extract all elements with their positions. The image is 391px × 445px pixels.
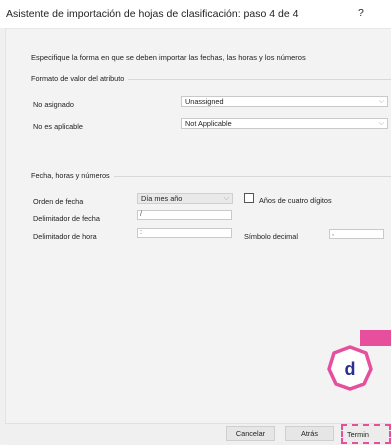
date-order-label: Orden de fecha bbox=[33, 197, 84, 206]
not-applicable-select[interactable]: Not Applicable ⌵ bbox=[181, 118, 388, 129]
date-order-select[interactable]: Día mes año ⌵ bbox=[137, 193, 233, 204]
time-delimiter-value: : bbox=[140, 229, 142, 236]
back-button[interactable]: Atrás bbox=[285, 426, 334, 441]
finish-button-label: Termin bbox=[347, 430, 369, 439]
chevron-down-icon: ⌵ bbox=[223, 195, 229, 202]
left-edge bbox=[0, 28, 6, 444]
date-order-value: Día mes año bbox=[141, 194, 183, 203]
unassigned-select[interactable]: Unassigned ⌵ bbox=[181, 96, 388, 107]
four-digit-years-checkbox[interactable] bbox=[244, 193, 254, 203]
chevron-down-icon: ⌵ bbox=[378, 98, 384, 105]
date-delimiter-label: Delimitador de fecha bbox=[33, 214, 100, 223]
chevron-down-icon: ⌵ bbox=[378, 120, 384, 127]
four-digit-years-label: Años de cuatro dígitos bbox=[259, 196, 332, 205]
decimal-symbol-value: , bbox=[332, 230, 334, 237]
time-delimiter-label: Delimitador de hora bbox=[33, 232, 97, 241]
step-marker-letter: d bbox=[345, 359, 356, 379]
time-delimiter-input[interactable]: : bbox=[137, 228, 232, 238]
annotation-highlight bbox=[360, 330, 391, 346]
step-marker-badge: d bbox=[327, 345, 373, 391]
date-delimiter-input[interactable]: / bbox=[137, 210, 232, 220]
unassigned-label: No asignado bbox=[33, 100, 74, 109]
help-button[interactable]: ? bbox=[358, 7, 364, 19]
title-bar: Asistente de importación de hojas de cla… bbox=[0, 0, 391, 29]
datetime-section-title: Fecha, horas y números bbox=[31, 171, 114, 180]
unassigned-value: Unassigned bbox=[185, 97, 224, 106]
date-delimiter-value: / bbox=[140, 211, 142, 218]
not-applicable-label: No es aplicable bbox=[33, 122, 83, 131]
attribute-format-section-title: Formato de valor del atributo bbox=[31, 74, 129, 83]
decimal-symbol-input[interactable]: , bbox=[329, 229, 384, 239]
instruction-text: Especifique la forma en que se deben imp… bbox=[31, 53, 306, 62]
window-title: Asistente de importación de hojas de cla… bbox=[6, 8, 299, 20]
cancel-button[interactable]: Cancelar bbox=[226, 426, 275, 441]
decimal-symbol-label: Símbolo decimal bbox=[244, 232, 298, 241]
not-applicable-value: Not Applicable bbox=[185, 119, 232, 128]
